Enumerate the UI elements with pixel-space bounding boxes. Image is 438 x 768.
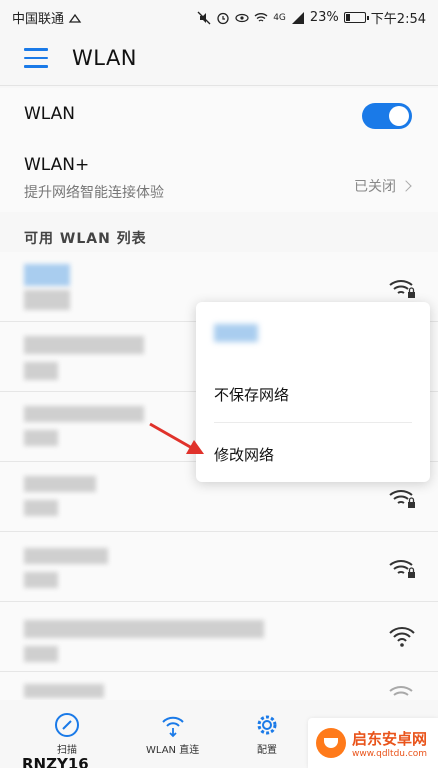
network-type-label: 4G xyxy=(273,12,286,23)
menu-icon[interactable] xyxy=(24,48,48,68)
watermark-logo xyxy=(316,728,346,758)
config-label: 配置 xyxy=(257,745,277,756)
page-title: WLAN xyxy=(72,46,138,70)
annotation-arrow xyxy=(149,422,204,454)
battery-fill xyxy=(345,14,350,21)
network-status-blurred xyxy=(24,572,58,588)
signal-icon xyxy=(68,13,82,23)
network-status-blurred xyxy=(24,430,58,446)
wifi-direct-label: WLAN 直连 xyxy=(146,745,200,756)
network-row[interactable] xyxy=(0,602,438,672)
popup-divider xyxy=(214,422,412,423)
popup-network-name-blurred xyxy=(214,324,258,342)
watermark-text: 启东安卓网 www.qdltdu.com xyxy=(352,728,427,759)
cell-signal-icon xyxy=(291,11,304,24)
watermark-url: www.qdltdu.com xyxy=(352,748,428,759)
network-name-blurred xyxy=(24,476,96,492)
wlan-toggle-row[interactable]: WLAN xyxy=(0,88,438,144)
chevron-right-icon xyxy=(400,180,412,192)
network-name-blurred xyxy=(24,264,70,286)
network-status-blurred xyxy=(24,290,70,310)
toggle-knob xyxy=(389,106,409,126)
watermark: 启东安卓网 www.qdltdu.com xyxy=(308,718,438,768)
gear-icon xyxy=(257,715,277,735)
wifi-locked-icon xyxy=(389,280,415,298)
wifi-direct-icon xyxy=(161,716,184,738)
network-row[interactable] xyxy=(0,672,438,700)
wlan-plus-label: WLAN+ xyxy=(24,155,90,175)
network-name-blurred xyxy=(24,406,144,422)
eye-icon xyxy=(235,13,249,22)
wlan-plus-row[interactable]: WLAN+ 提升网络智能连接体验 已关闭 xyxy=(0,144,438,212)
battery-percent: 23% xyxy=(309,10,339,25)
wifi-status-icon xyxy=(254,12,268,22)
mute-icon xyxy=(197,11,211,24)
scan-button[interactable]: 扫描 xyxy=(54,712,80,756)
wlan-toggle[interactable] xyxy=(362,103,412,129)
partial-network-name: RNZY16 xyxy=(22,755,89,768)
network-row[interactable] xyxy=(0,532,438,602)
network-context-menu: 不保存网络 修改网络 xyxy=(196,302,430,482)
wlan-label: WLAN xyxy=(24,104,76,124)
status-right: 4G 23% 下午2:54 xyxy=(197,8,426,27)
carrier-label: 中国联通 xyxy=(12,12,65,27)
wifi-locked-icon xyxy=(389,490,415,508)
config-button[interactable]: 配置 xyxy=(254,712,280,756)
watermark-title: 启东安卓网 xyxy=(352,729,428,748)
wlan-plus-status: 已关闭 xyxy=(354,176,412,196)
network-status-blurred xyxy=(24,500,58,516)
clock: 下午2:54 xyxy=(370,12,426,27)
modify-network-option[interactable]: 修改网络 xyxy=(214,444,274,465)
network-status-blurred xyxy=(24,646,58,662)
network-name-blurred xyxy=(24,336,144,354)
forget-network-option[interactable]: 不保存网络 xyxy=(214,384,289,405)
available-networks-header: 可用 WLAN 列表 xyxy=(24,231,147,247)
battery-icon xyxy=(343,12,369,23)
network-name-blurred xyxy=(24,548,108,564)
network-status-blurred xyxy=(24,362,58,380)
wifi-icon xyxy=(389,627,415,647)
alarm-icon xyxy=(217,12,229,24)
network-name-blurred xyxy=(24,620,264,638)
wlan-plus-status-text: 已关闭 xyxy=(354,179,396,195)
wifi-locked-icon xyxy=(389,560,415,578)
scan-label: 扫描 xyxy=(57,745,77,756)
status-bar: 中国联通 4G 23% 下午2:54 xyxy=(0,0,438,32)
scan-icon xyxy=(55,713,79,737)
app-bar: WLAN xyxy=(0,32,438,86)
wifi-direct-button[interactable]: WLAN 直连 xyxy=(146,712,199,756)
wlan-plus-sublabel: 提升网络智能连接体验 xyxy=(24,185,164,201)
network-name-blurred xyxy=(24,684,104,698)
status-left: 中国联通 xyxy=(12,8,82,27)
